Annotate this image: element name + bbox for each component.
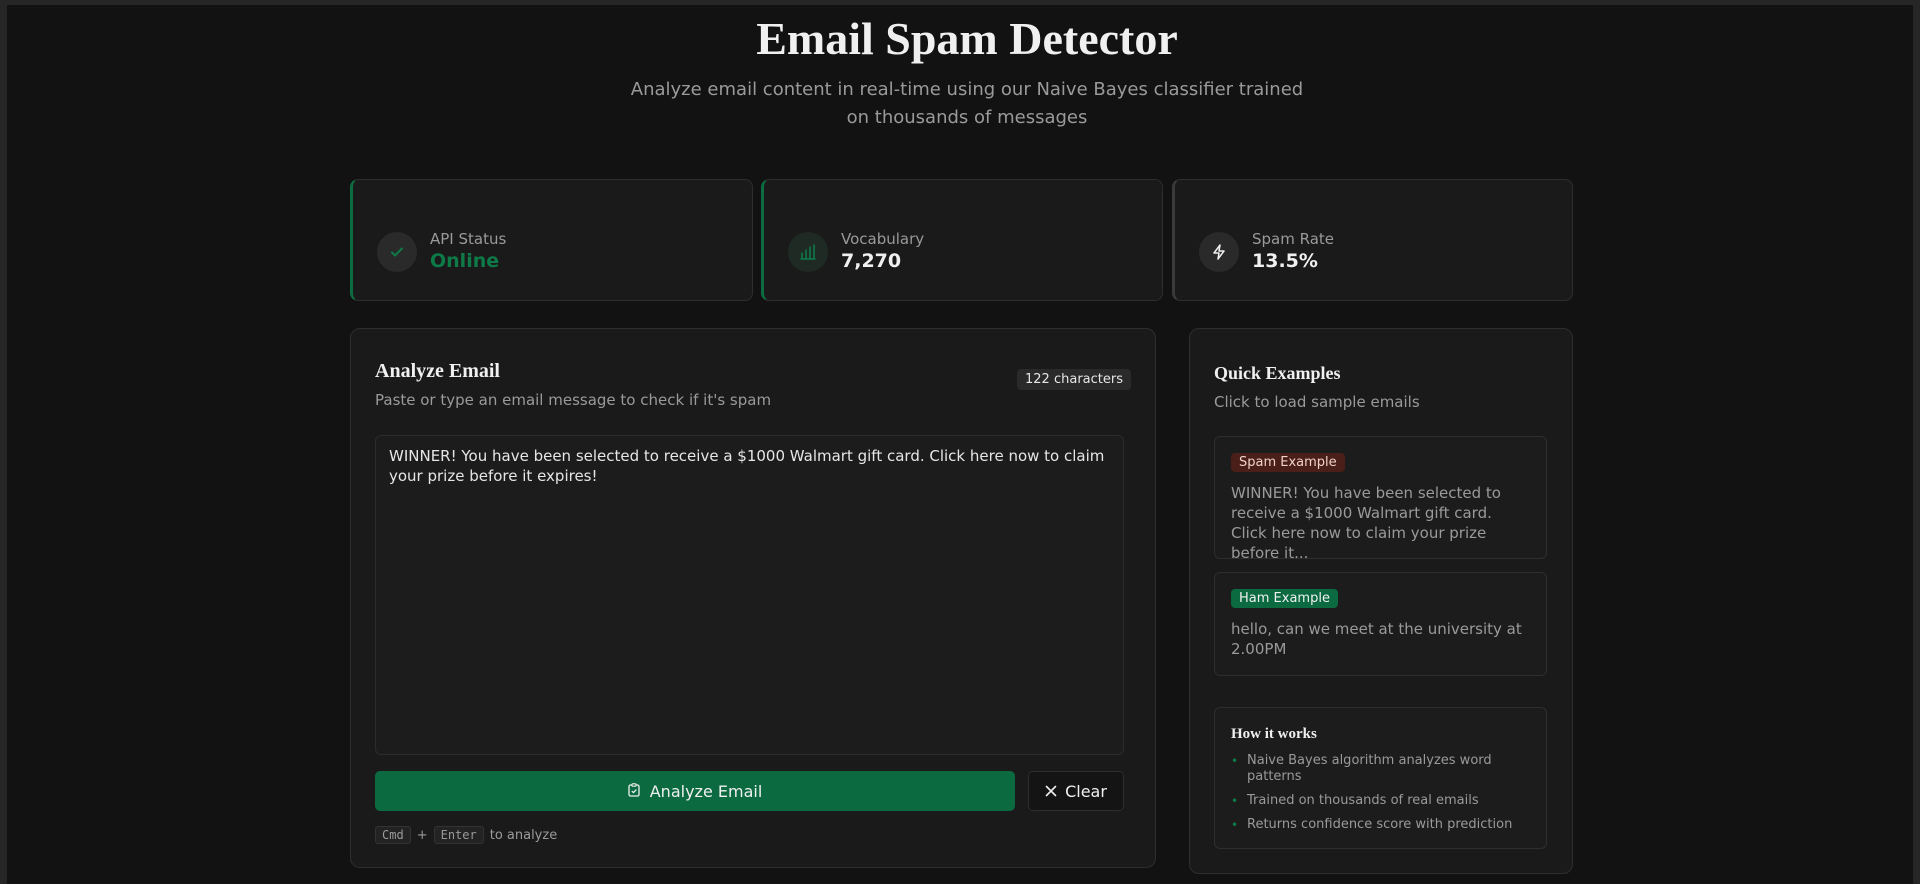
clipboard-check-icon (628, 782, 640, 801)
stat-value: 7,270 (841, 250, 902, 272)
analyze-panel: Analyze Email Paste or type an email mes… (350, 328, 1156, 868)
analyze-title: Analyze Email (375, 360, 500, 382)
analyze-email-button[interactable]: Analyze Email (375, 771, 1015, 811)
list-item: Naive Bayes algorithm analyzes word patt… (1231, 753, 1530, 785)
check-icon (377, 232, 417, 272)
examples-subtitle: Click to load sample emails (1214, 393, 1420, 411)
char-count-badge: 122 characters (1017, 369, 1131, 390)
stat-card-api-status: API Status Online (350, 179, 753, 301)
stat-value: Online (430, 250, 500, 272)
list-item: Returns confidence score with prediction (1231, 817, 1530, 833)
ham-tag: Ham Example (1231, 589, 1338, 608)
clear-button-label: Clear (1065, 781, 1107, 801)
stat-card-vocabulary: Vocabulary 7,270 (761, 179, 1163, 301)
example-text: hello, can we meet at the university at … (1231, 620, 1522, 658)
app-window: Email Spam Detector Analyze email conten… (0, 0, 1920, 884)
kbd-cmd: Cmd (375, 826, 411, 844)
examples-title: Quick Examples (1214, 363, 1341, 383)
stat-label: API Status (430, 230, 507, 248)
how-it-works-box: How it works Naive Bayes algorithm analy… (1214, 707, 1547, 849)
spam-example-card[interactable]: Spam Example WINNER! You have been selec… (1214, 436, 1547, 562)
list-item: Trained on thousands of real emails (1231, 793, 1530, 809)
page-subtitle: Analyze email content in real-time using… (630, 79, 1304, 128)
ham-example-card[interactable]: Ham Example hello, can we meet at the un… (1214, 572, 1547, 676)
keyboard-hint: Cmd + Enter to analyze (375, 826, 557, 844)
how-it-works-list: Naive Bayes algorithm analyzes word patt… (1231, 753, 1530, 841)
email-input[interactable]: WINNER! You have been selected to receiv… (375, 435, 1124, 755)
spam-tag: Spam Example (1231, 453, 1345, 472)
bar-chart-icon (788, 232, 828, 272)
analyze-button-label: Analyze Email (649, 781, 763, 801)
page-title: Email Spam Detector (756, 13, 1178, 64)
stat-card-spam-rate: Spam Rate 13.5% (1172, 179, 1573, 301)
lightning-icon (1199, 232, 1239, 272)
how-it-works-title: How it works (1231, 726, 1317, 742)
stat-label: Vocabulary (841, 230, 925, 248)
kbd-enter: Enter (433, 826, 484, 844)
examples-panel: Quick Examples Click to load sample emai… (1189, 328, 1573, 874)
clear-button[interactable]: Clear (1028, 771, 1124, 811)
page-header: Email Spam Detector Analyze email conten… (7, 10, 1920, 132)
stat-value: 13.5% (1252, 250, 1318, 272)
kbd-plus: + (416, 827, 428, 843)
analyze-subtitle: Paste or type an email message to check … (375, 391, 772, 409)
stat-label: Spam Rate (1252, 230, 1335, 248)
hint-text: to analyze (489, 827, 558, 843)
close-icon (1045, 782, 1057, 801)
example-text: WINNER! You have been selected to receiv… (1231, 484, 1501, 562)
